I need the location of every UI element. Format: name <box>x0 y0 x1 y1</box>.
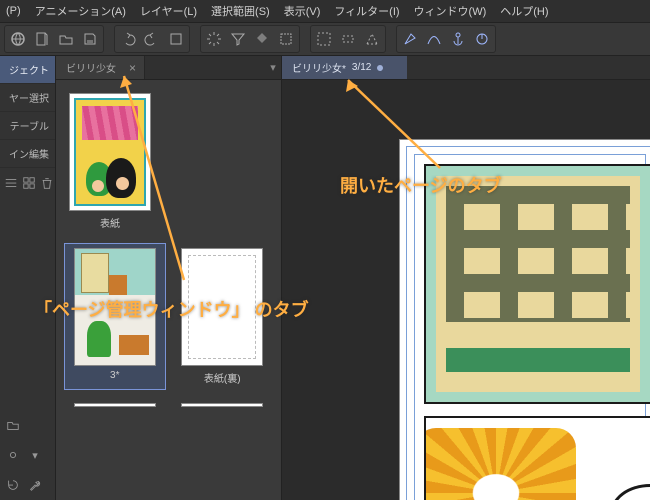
dropdown-icon[interactable]: ▾ <box>26 446 44 464</box>
sidebar-item-object[interactable]: ジェクト <box>0 56 55 84</box>
new-file-icon[interactable] <box>31 28 53 50</box>
menu-item[interactable]: レイヤー(L) <box>140 3 197 19</box>
save-icon[interactable] <box>79 28 101 50</box>
menu-item[interactable]: 選択範囲(S) <box>211 3 270 19</box>
curve-tool-icon[interactable] <box>423 28 445 50</box>
loading-icon[interactable] <box>203 28 225 50</box>
grid-icon[interactable] <box>22 174 36 192</box>
select-rect-icon[interactable] <box>337 28 359 50</box>
menu-item[interactable]: アニメーション(A) <box>35 3 126 19</box>
page-manager-panel: ビリリ少女 × ▾ 表紙 3* 表紙(裏) <box>56 56 282 500</box>
page-thumbnails: 表紙 3* 表紙(裏) <box>56 80 281 500</box>
unsaved-dot-icon <box>377 65 383 71</box>
document-tab-title: ビリリ少女* <box>292 60 346 75</box>
sidebar-icon-row <box>0 168 55 198</box>
tool-sidebar: ジェクト ヤー選択 テーブル イン編集 ▾ <box>0 56 56 500</box>
sidebar-item-table[interactable]: テーブル <box>0 112 55 140</box>
menu-item[interactable]: フィルター(I) <box>334 3 399 19</box>
thumb-label: 表紙(裏) <box>204 370 241 385</box>
fill-icon[interactable] <box>251 28 273 50</box>
page-manager-tab-label: ビリリ少女 <box>66 60 116 75</box>
thumb-peek[interactable] <box>172 398 274 412</box>
select-dashed-icon[interactable] <box>313 28 335 50</box>
undo-icon[interactable] <box>117 28 139 50</box>
settings-icon[interactable] <box>4 446 22 464</box>
folder-icon[interactable] <box>4 416 22 434</box>
thumb-page-preview <box>181 248 263 366</box>
toolbar-group-file <box>4 25 104 53</box>
thumb-back-cover[interactable]: 表紙(裏) <box>172 243 274 390</box>
thumb-label: 3* <box>110 370 119 381</box>
sidebar-lower-row-2: ▾ <box>0 440 55 470</box>
document-tabbar: ビリリ少女* 3/12 <box>282 56 650 80</box>
sidebar-lower-row <box>0 410 55 440</box>
document-tab[interactable]: ビリリ少女* 3/12 <box>282 56 407 79</box>
clear-icon[interactable] <box>165 28 187 50</box>
thumb-page-3[interactable]: 3* <box>64 243 166 390</box>
history-icon[interactable] <box>4 476 22 494</box>
wrench-icon[interactable] <box>26 476 44 494</box>
thumb-peek[interactable] <box>64 398 166 412</box>
toolbar-group-vector <box>396 25 496 53</box>
select-lasso-icon[interactable] <box>361 28 383 50</box>
document-tab-pages: 3/12 <box>352 62 371 73</box>
menu-bar: (P) アニメーション(A) レイヤー(L) 選択範囲(S) 表示(V) フィル… <box>0 0 650 22</box>
earth-app-icon[interactable] <box>7 28 29 50</box>
toolbar-group-edit <box>114 25 190 53</box>
anchor-tool-icon[interactable] <box>447 28 469 50</box>
sidebar-item-line-edit[interactable]: イン編集 <box>0 140 55 168</box>
page-manager-tab[interactable]: ビリリ少女 × <box>56 56 145 79</box>
thumb-page-preview <box>74 248 156 366</box>
filter-icon[interactable] <box>227 28 249 50</box>
toolbar-group-filter <box>200 25 300 53</box>
sidebar-item-layer-select[interactable]: ヤー選択 <box>0 84 55 112</box>
toolbar-group-select <box>310 25 386 53</box>
menu-item[interactable]: (P) <box>6 5 21 17</box>
thumb-page-preview <box>69 93 151 211</box>
canvas-page <box>400 140 650 500</box>
power-icon[interactable] <box>471 28 493 50</box>
redo-icon[interactable] <box>141 28 163 50</box>
list-icon[interactable] <box>4 174 18 192</box>
open-folder-icon[interactable] <box>55 28 77 50</box>
menu-item[interactable]: ヘルプ(H) <box>500 3 548 19</box>
main-area: ジェクト ヤー選択 テーブル イン編集 ▾ ビリリ少女 × ▾ <box>0 56 650 500</box>
transform-icon[interactable] <box>275 28 297 50</box>
page-manager-tabbar: ビリリ少女 × ▾ <box>56 56 281 80</box>
canvas-area: ビリリ少女* 3/12 <box>282 56 650 500</box>
sidebar-lower-row-3 <box>0 470 55 500</box>
pen-tool-icon[interactable] <box>399 28 421 50</box>
menu-item[interactable]: 表示(V) <box>284 3 321 19</box>
canvas-viewport[interactable] <box>282 80 650 500</box>
tab-dropdown-icon[interactable]: ▾ <box>265 56 281 79</box>
thumb-cover[interactable]: 表紙 <box>64 88 156 235</box>
trash-icon[interactable] <box>40 174 54 192</box>
toolbar <box>0 22 650 56</box>
thumb-label: 表紙 <box>100 215 120 230</box>
close-icon[interactable]: × <box>129 61 136 75</box>
menu-item[interactable]: ウィンドウ(W) <box>414 3 487 19</box>
